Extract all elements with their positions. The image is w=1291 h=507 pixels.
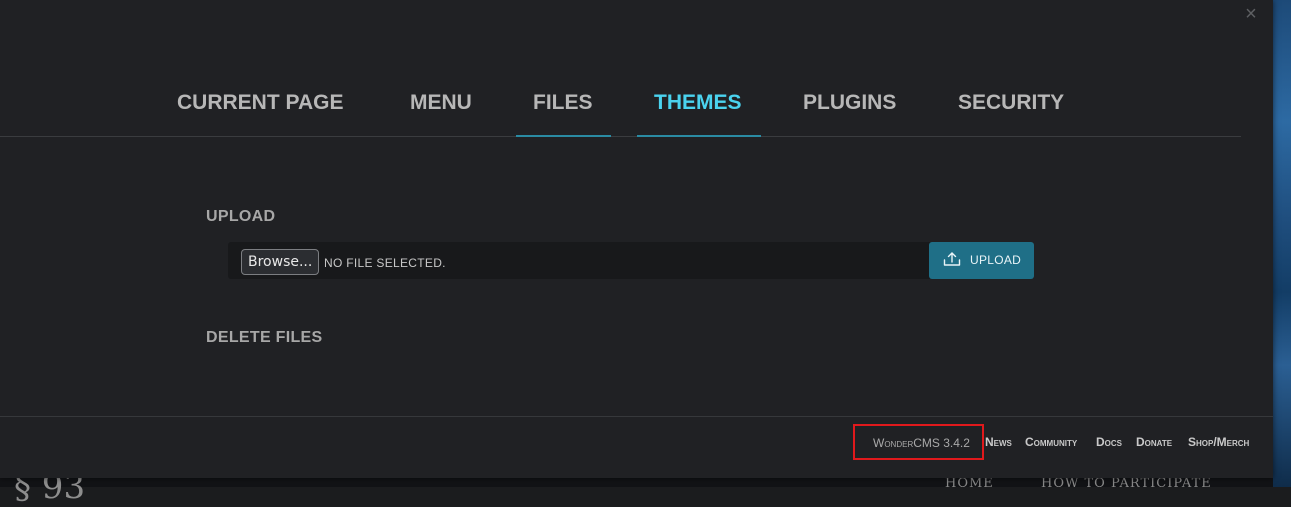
delete-files-section-title: DELETE FILES	[206, 329, 323, 346]
version-highlight-box: WonderCMS 3.4.2	[853, 424, 984, 460]
modal-footer	[0, 416, 1273, 479]
upload-button-label: UPLOAD	[970, 253, 1022, 267]
tab-security[interactable]: SECURITY	[941, 76, 1081, 134]
file-status-text: NO FILE SELECTED.	[324, 256, 446, 270]
browse-button[interactable]: Browse...	[241, 249, 320, 275]
tab-plugins[interactable]: PLUGINS	[786, 76, 913, 134]
footer-link-community[interactable]: Community	[1025, 435, 1077, 449]
upload-icon	[943, 252, 961, 266]
tab-current-page[interactable]: CURRENT PAGE	[160, 76, 360, 134]
upload-button[interactable]: UPLOAD	[929, 242, 1034, 279]
footer-link-shop-merch[interactable]: Shop/Merch	[1188, 435, 1249, 449]
footer-link-docs[interactable]: Docs	[1096, 435, 1122, 449]
upload-section-title: UPLOAD	[206, 208, 276, 225]
tab-menu[interactable]: MENU	[393, 76, 489, 134]
settings-modal: × CURRENT PAGE MENU FILES THEMES PLUGINS…	[0, 0, 1273, 478]
background-image	[1273, 0, 1291, 487]
upload-form: Browse... NO FILE SELECTED. UPLOAD	[228, 242, 1034, 279]
tab-files[interactable]: FILES	[516, 76, 611, 137]
version-text: WonderCMS 3.4.2	[873, 436, 970, 450]
tab-themes[interactable]: THEMES	[637, 76, 761, 137]
footer-link-donate[interactable]: Donate	[1136, 435, 1172, 449]
close-icon[interactable]: ×	[1241, 4, 1261, 24]
settings-tabs: CURRENT PAGE MENU FILES THEMES PLUGINS S…	[0, 76, 1241, 137]
footer-link-news[interactable]: News	[985, 435, 1012, 449]
